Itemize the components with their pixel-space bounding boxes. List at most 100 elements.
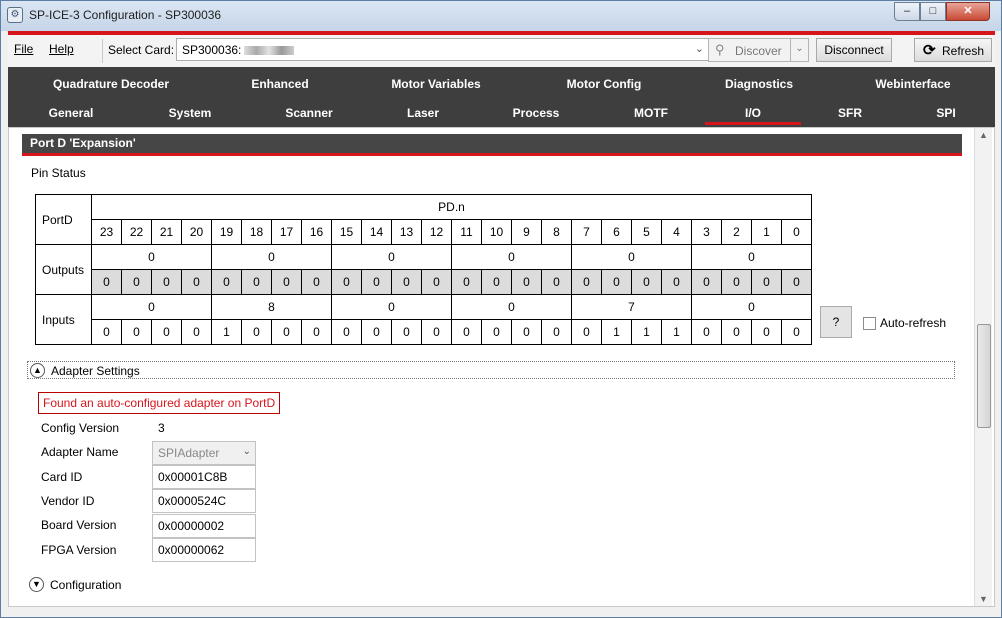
tab-scanner[interactable]: Scanner [285, 106, 332, 120]
tab-general[interactable]: General [49, 106, 94, 120]
tab-system[interactable]: System [169, 106, 212, 120]
input-bit: 0 [571, 319, 602, 345]
inputs-nibble: 0 [691, 294, 812, 320]
chevron-down-icon: ⌄ [795, 43, 804, 54]
output-bit-toggle[interactable]: 0 [451, 269, 482, 295]
board-version-field[interactable]: 0x00000002 [152, 514, 256, 538]
output-bit-toggle[interactable]: 0 [301, 269, 332, 295]
tab-spi[interactable]: SPI [936, 106, 955, 120]
discover-button[interactable]: ⚲ Discover [708, 38, 791, 62]
input-bit: 0 [781, 319, 812, 345]
vertical-scrollbar[interactable]: ▲ ▼ [974, 128, 992, 606]
tab-process[interactable]: Process [513, 106, 560, 120]
output-bit-toggle[interactable]: 0 [691, 269, 722, 295]
adapter-name-select[interactable]: SPIAdapter ⌄ [152, 441, 256, 465]
output-bit-toggle[interactable]: 0 [91, 269, 122, 295]
output-bit-toggle[interactable]: 0 [751, 269, 782, 295]
outputs-label: Outputs [35, 244, 92, 295]
config-version-label: Config Version [41, 421, 120, 435]
bit-number: 0 [781, 219, 812, 245]
output-bit-toggle[interactable]: 0 [181, 269, 212, 295]
checkbox-box[interactable] [863, 317, 876, 331]
help-button[interactable]: ? [820, 306, 852, 338]
chevron-up-icon[interactable]: ▲ [30, 363, 45, 378]
inputs-nibble: 0 [451, 294, 572, 320]
menu-help[interactable]: Help [49, 42, 74, 56]
chevron-down-icon[interactable]: ▼ [29, 577, 44, 592]
select-card-label: Select Card: [108, 43, 175, 57]
config-version-value: 3 [158, 421, 165, 435]
inputs-nibble: 0 [91, 294, 212, 320]
card-id-field[interactable]: 0x00001C8B [152, 465, 256, 489]
tab-diagnostics[interactable]: Diagnostics [725, 77, 793, 91]
tab-webinterface[interactable]: Webinterface [875, 77, 950, 91]
tab-motor-variables[interactable]: Motor Variables [391, 77, 480, 91]
tab-motf[interactable]: MOTF [634, 106, 668, 120]
output-bit-toggle[interactable]: 0 [211, 269, 242, 295]
output-bit-toggle[interactable]: 0 [241, 269, 272, 295]
bit-number: 2 [721, 219, 752, 245]
menu-file-label: File [14, 42, 34, 56]
inputs-nibble: 0 [331, 294, 452, 320]
output-bit-toggle[interactable]: 0 [361, 269, 392, 295]
tab-quadrature-decoder[interactable]: Quadrature Decoder [53, 77, 169, 91]
inputs-nibble: 8 [211, 294, 332, 320]
input-bit: 0 [241, 319, 272, 345]
adapter-settings-expander[interactable]: ▲ Adapter Settings [27, 361, 955, 379]
output-bit-toggle[interactable]: 0 [391, 269, 422, 295]
tab-enhanced[interactable]: Enhanced [251, 77, 308, 91]
input-bit: 1 [601, 319, 632, 345]
input-bit: 0 [541, 319, 572, 345]
vendor-id-label: Vendor ID [41, 494, 95, 508]
input-bit: 0 [421, 319, 452, 345]
scroll-down-icon[interactable]: ▼ [979, 594, 988, 604]
tab-sfr[interactable]: SFR [838, 106, 862, 120]
fpga-version-field[interactable]: 0x00000062 [152, 538, 256, 562]
output-bit-toggle[interactable]: 0 [151, 269, 182, 295]
chevron-down-icon: ⌄ [694, 43, 704, 55]
vendor-id-field[interactable]: 0x0000524C [152, 489, 256, 513]
output-bit-toggle[interactable]: 0 [331, 269, 362, 295]
output-bit-toggle[interactable]: 0 [481, 269, 512, 295]
maximize-button[interactable]: □ [920, 2, 946, 21]
output-bit-toggle[interactable]: 0 [781, 269, 812, 295]
close-button[interactable]: ✕ [946, 2, 990, 21]
tab-io[interactable]: I/O [745, 106, 761, 120]
tab-laser[interactable]: Laser [407, 106, 439, 120]
tab-motor-config[interactable]: Motor Config [567, 77, 642, 91]
output-bit-toggle[interactable]: 0 [631, 269, 662, 295]
scroll-up-icon[interactable]: ▲ [979, 130, 988, 140]
refresh-button[interactable]: ⟳ Refresh [914, 38, 992, 62]
output-bit-toggle[interactable]: 0 [721, 269, 752, 295]
menu-file[interactable]: File [14, 42, 33, 56]
outputs-nibble: 0 [451, 244, 572, 270]
scroll-thumb[interactable] [977, 324, 991, 428]
output-bit-toggle[interactable]: 0 [511, 269, 542, 295]
output-bit-toggle[interactable]: 0 [271, 269, 302, 295]
chevron-down-icon: ⌄ [242, 446, 251, 457]
discover-dropdown-button[interactable]: ⌄ [790, 38, 809, 62]
input-bit: 0 [391, 319, 422, 345]
output-bit-toggle[interactable]: 0 [601, 269, 632, 295]
discover-label: Discover [735, 44, 782, 58]
bit-number: 17 [271, 219, 302, 245]
configuration-expander[interactable]: ▼ Configuration [27, 576, 955, 594]
disconnect-button[interactable]: Disconnect [816, 38, 892, 62]
bit-number: 11 [451, 219, 482, 245]
active-tab-indicator [705, 122, 801, 125]
title-bar[interactable]: ⚙ SP-ICE-3 Configuration - SP300036 – □ … [1, 1, 1001, 31]
card-select[interactable]: SP300036: ⌄ [176, 38, 709, 61]
input-bit: 0 [301, 319, 332, 345]
adapter-name-value: SPIAdapter [158, 446, 220, 460]
output-bit-toggle[interactable]: 0 [661, 269, 692, 295]
bit-number: 16 [301, 219, 332, 245]
minimize-button[interactable]: – [894, 2, 920, 21]
output-bit-toggle[interactable]: 0 [571, 269, 602, 295]
inputs-nibble: 7 [571, 294, 692, 320]
section-title: Port D 'Expansion' [30, 136, 136, 150]
output-bit-toggle[interactable]: 0 [541, 269, 572, 295]
output-bit-toggle[interactable]: 0 [121, 269, 152, 295]
auto-refresh-checkbox[interactable]: Auto-refresh [863, 316, 946, 331]
output-bit-toggle[interactable]: 0 [421, 269, 452, 295]
toolbar-separator [102, 39, 103, 63]
